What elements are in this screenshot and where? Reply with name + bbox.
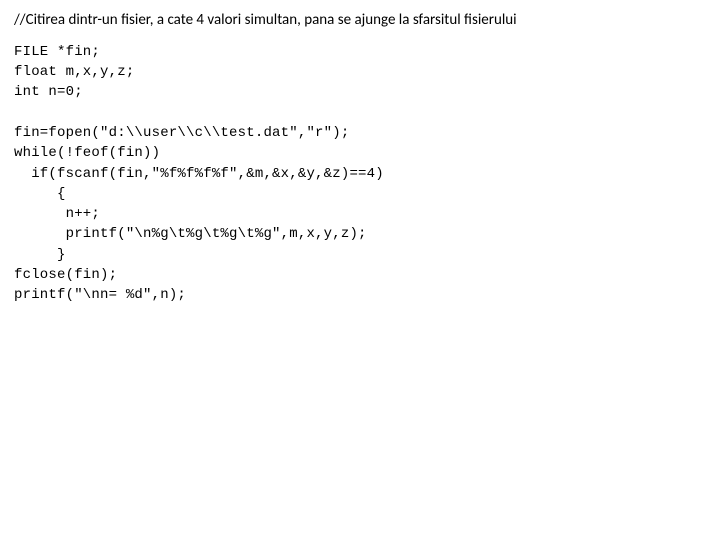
code-block: FILE *fin; float m,x,y,z; int n=0; fin=f…	[14, 42, 706, 306]
comment-line: //Citirea dintr-un fisier, a cate 4 valo…	[14, 10, 706, 32]
